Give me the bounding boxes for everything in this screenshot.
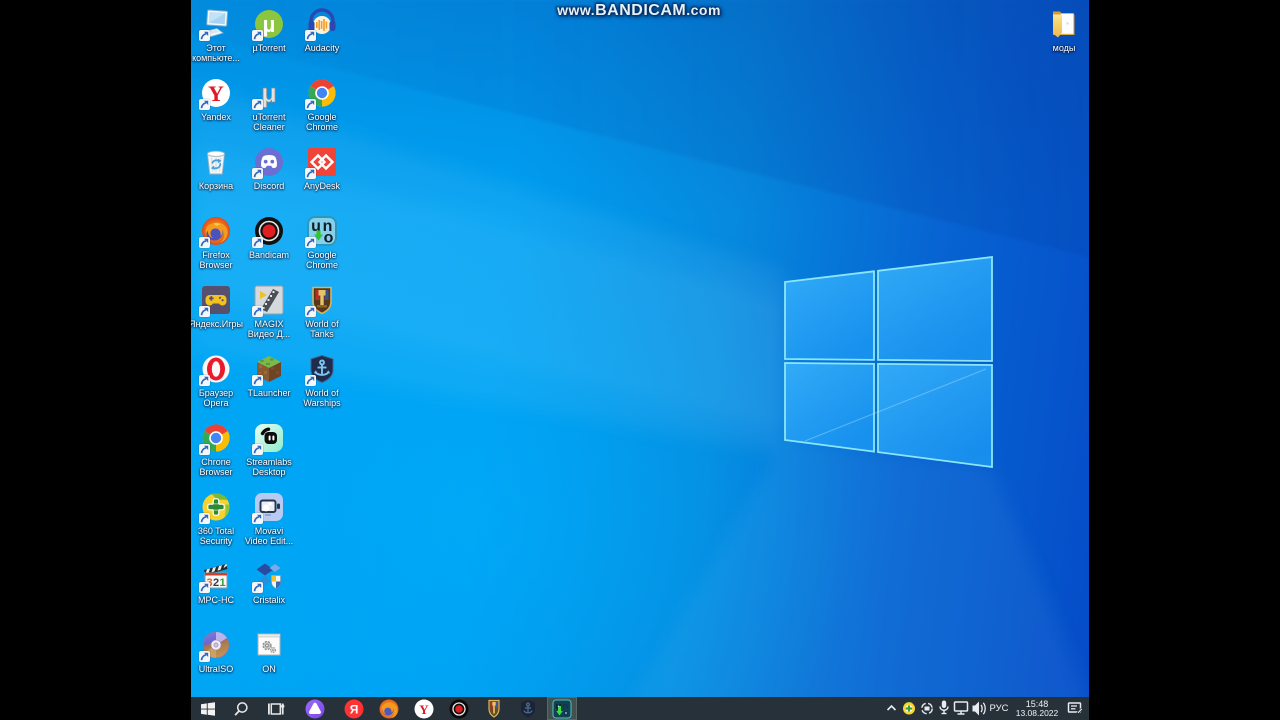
svg-text:2: 2 bbox=[213, 577, 219, 589]
svg-text:o: o bbox=[324, 230, 334, 247]
svg-text:1: 1 bbox=[219, 577, 225, 589]
svg-text:µ: µ bbox=[261, 78, 277, 108]
svg-text:Y: Y bbox=[208, 81, 224, 106]
svg-text:µ: µ bbox=[263, 12, 276, 37]
svg-text:Y: Y bbox=[419, 702, 429, 717]
svg-text:Я: Я bbox=[350, 702, 359, 716]
